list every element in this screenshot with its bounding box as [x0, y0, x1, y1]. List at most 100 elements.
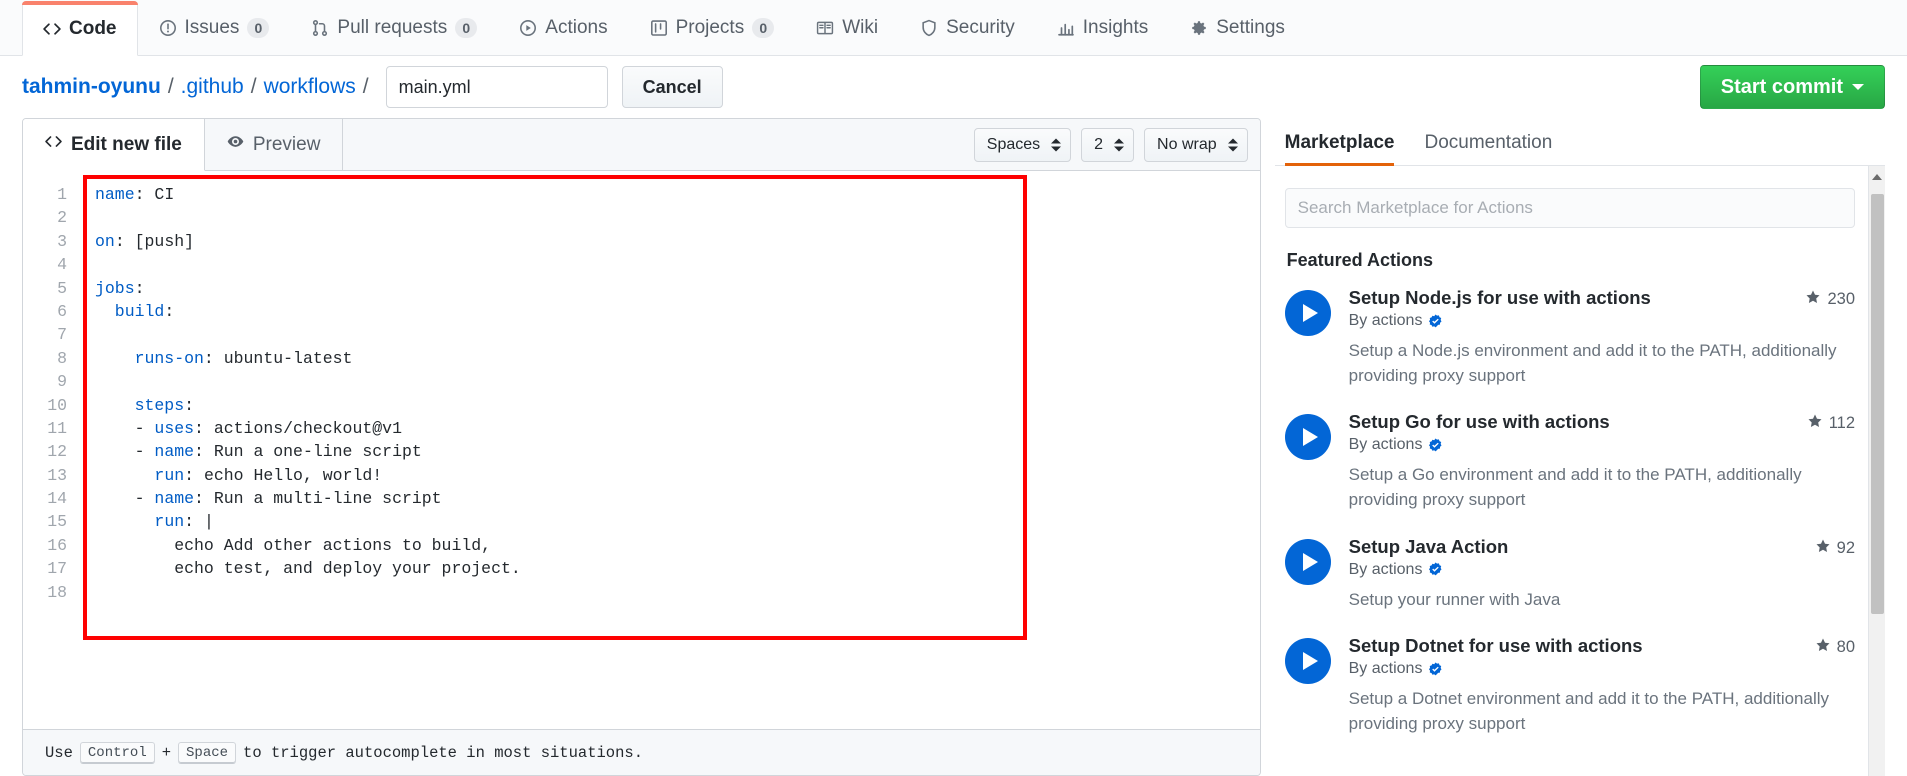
breadcrumb-path-workflows[interactable]: workflows — [264, 75, 356, 99]
repo-tab-insights[interactable]: Insights — [1036, 0, 1169, 55]
code-line: echo Add other actions to build, — [95, 534, 1260, 557]
scrollbar-thumb[interactable] — [1871, 194, 1884, 614]
scroll-up-arrow-icon[interactable] — [1869, 168, 1885, 185]
code-editor-area[interactable]: 1 2 3 4 5 6 7 8 9 10 11 12 13 14 15 16 17 18 name: CI on:… — [23, 171, 1260, 729]
yaml-text: : ubuntu-latest — [203, 348, 353, 368]
start-commit-button[interactable]: Start commit — [1699, 65, 1885, 109]
yaml-key: name — [95, 185, 135, 204]
featured-action-item[interactable]: Setup Go for use with actions 112 By actio… — [1284, 411, 1855, 512]
featured-actions-heading: Featured Actions — [1286, 250, 1433, 270]
action-description: Setup a Dotnet environment and add it to… — [1348, 689, 1830, 733]
line-number: 15 — [47, 512, 67, 532]
repo-tab-code[interactable]: Code — [22, 1, 138, 56]
action-author-label: By actions — [1348, 436, 1423, 454]
action-title: Setup Go for use with actions — [1348, 411, 1610, 433]
action-description: Setup a Node.js environment and add it t… — [1348, 341, 1837, 385]
tab-documentation[interactable]: Documentation — [1424, 132, 1552, 165]
projects-count: 0 — [752, 18, 775, 38]
line-number: 4 — [57, 255, 67, 275]
issues-count: 0 — [247, 18, 270, 38]
repo-tab-actions[interactable]: Actions — [498, 0, 628, 55]
code-line: runs-on: ubuntu-latest — [95, 347, 1260, 370]
line-number: 2 — [57, 208, 67, 228]
repo-tab-label: Projects — [675, 17, 745, 38]
eye-icon — [227, 133, 244, 156]
repo-tab-wiki[interactable]: Wiki — [795, 0, 899, 55]
featured-action-item[interactable]: Setup Node.js for use with actions 230 By … — [1284, 287, 1855, 388]
line-number: 13 — [47, 465, 67, 485]
action-author: By actions — [1349, 312, 1855, 330]
chevron-updown-icon — [1114, 138, 1125, 151]
graph-icon — [1057, 19, 1075, 37]
line-number: 17 — [47, 559, 67, 579]
breadcrumb-repo-link[interactable]: tahmin-oyunu — [22, 75, 161, 99]
line-number-gutter: 1 2 3 4 5 6 7 8 9 10 11 12 13 14 15 16 17 18 — [23, 183, 79, 604]
action-play-logo-icon — [1284, 638, 1331, 685]
cancel-button[interactable]: Cancel — [621, 66, 723, 108]
code-line: build: — [95, 300, 1260, 323]
kbd-space: Space — [178, 741, 237, 764]
repo-tab-projects[interactable]: Projects 0 — [629, 0, 796, 55]
action-author: By actions — [1349, 660, 1855, 678]
code-line: run: echo Hello, world! — [95, 464, 1260, 487]
project-icon — [650, 19, 668, 37]
file-editor-pane: Edit new file Preview Spaces 2 No wrap 1… — [22, 118, 1261, 776]
featured-actions-list: Setup Node.js for use with actions 230 By … — [1284, 287, 1855, 736]
action-play-logo-icon — [1284, 290, 1331, 336]
marketplace-tabs: Marketplace Documentation — [1274, 118, 1885, 166]
indent-mode-select[interactable]: Spaces — [973, 127, 1072, 162]
code-content[interactable]: name: CI on: [push] jobs: build: runs-on… — [79, 183, 1260, 604]
repo-tab-issues[interactable]: Issues 0 — [138, 0, 291, 55]
yaml-text: - — [95, 418, 155, 438]
yaml-text: : echo Hello, world! — [184, 465, 383, 485]
repo-tab-label: Issues — [184, 17, 240, 38]
code-line: steps: — [95, 394, 1260, 417]
repo-tab-label: Code — [69, 17, 117, 39]
yaml-text: : Run a multi-line script — [194, 489, 442, 509]
filename-input[interactable] — [385, 66, 608, 108]
gear-icon — [1190, 19, 1208, 37]
marketplace-pane: Marketplace Documentation Featured Actio… — [1274, 118, 1885, 776]
tab-marketplace[interactable]: Marketplace — [1284, 132, 1394, 166]
action-author-label: By actions — [1348, 560, 1423, 578]
action-stars: 112 — [1807, 411, 1855, 434]
wrap-mode-value: No wrap — [1157, 135, 1217, 153]
featured-action-item[interactable]: Setup Dotnet for use with actions 80 By ac… — [1284, 635, 1855, 736]
yaml-key: run — [154, 465, 185, 485]
action-stars: 92 — [1815, 536, 1855, 559]
repo-tab-pull-requests[interactable]: Pull requests 0 — [290, 0, 498, 55]
marketplace-search-input[interactable] — [1284, 188, 1855, 228]
repo-tab-security[interactable]: Security — [899, 0, 1036, 55]
marketplace-scrollbar[interactable] — [1868, 166, 1885, 776]
wrap-mode-select[interactable]: No wrap — [1144, 127, 1248, 162]
code-line: on: [push] — [95, 230, 1260, 253]
yaml-text: : Run a one-line script — [194, 442, 422, 462]
star-count: 92 — [1836, 538, 1855, 557]
line-number: 10 — [47, 395, 67, 415]
tab-edit-new-file[interactable]: Edit new file — [23, 119, 205, 171]
featured-action-item[interactable]: Setup Java Action 92 By actions Setup your … — [1284, 535, 1855, 613]
breadcrumb-path-github[interactable]: .github — [181, 75, 244, 99]
start-commit-label: Start commit — [1720, 75, 1843, 98]
yaml-text: : — [164, 301, 175, 321]
action-play-logo-icon — [1284, 414, 1331, 461]
repo-tab-label: Settings — [1216, 17, 1285, 38]
indent-size-select[interactable]: 2 — [1081, 127, 1135, 162]
yaml-key: on — [95, 231, 115, 251]
code-line: - uses: actions/checkout@v1 — [95, 417, 1260, 440]
kbd-control: Control — [79, 741, 155, 764]
star-icon — [1815, 538, 1831, 559]
chevron-down-icon — [1852, 84, 1864, 90]
chevron-updown-icon — [1051, 138, 1062, 151]
tab-preview[interactable]: Preview — [204, 119, 344, 170]
yaml-key: jobs — [95, 278, 135, 298]
repo-tab-settings[interactable]: Settings — [1169, 0, 1306, 55]
issue-opened-icon — [159, 19, 177, 37]
action-title: Setup Java Action — [1348, 535, 1509, 557]
git-pull-request-icon — [311, 19, 329, 37]
tab-label: Edit new file — [71, 133, 182, 155]
